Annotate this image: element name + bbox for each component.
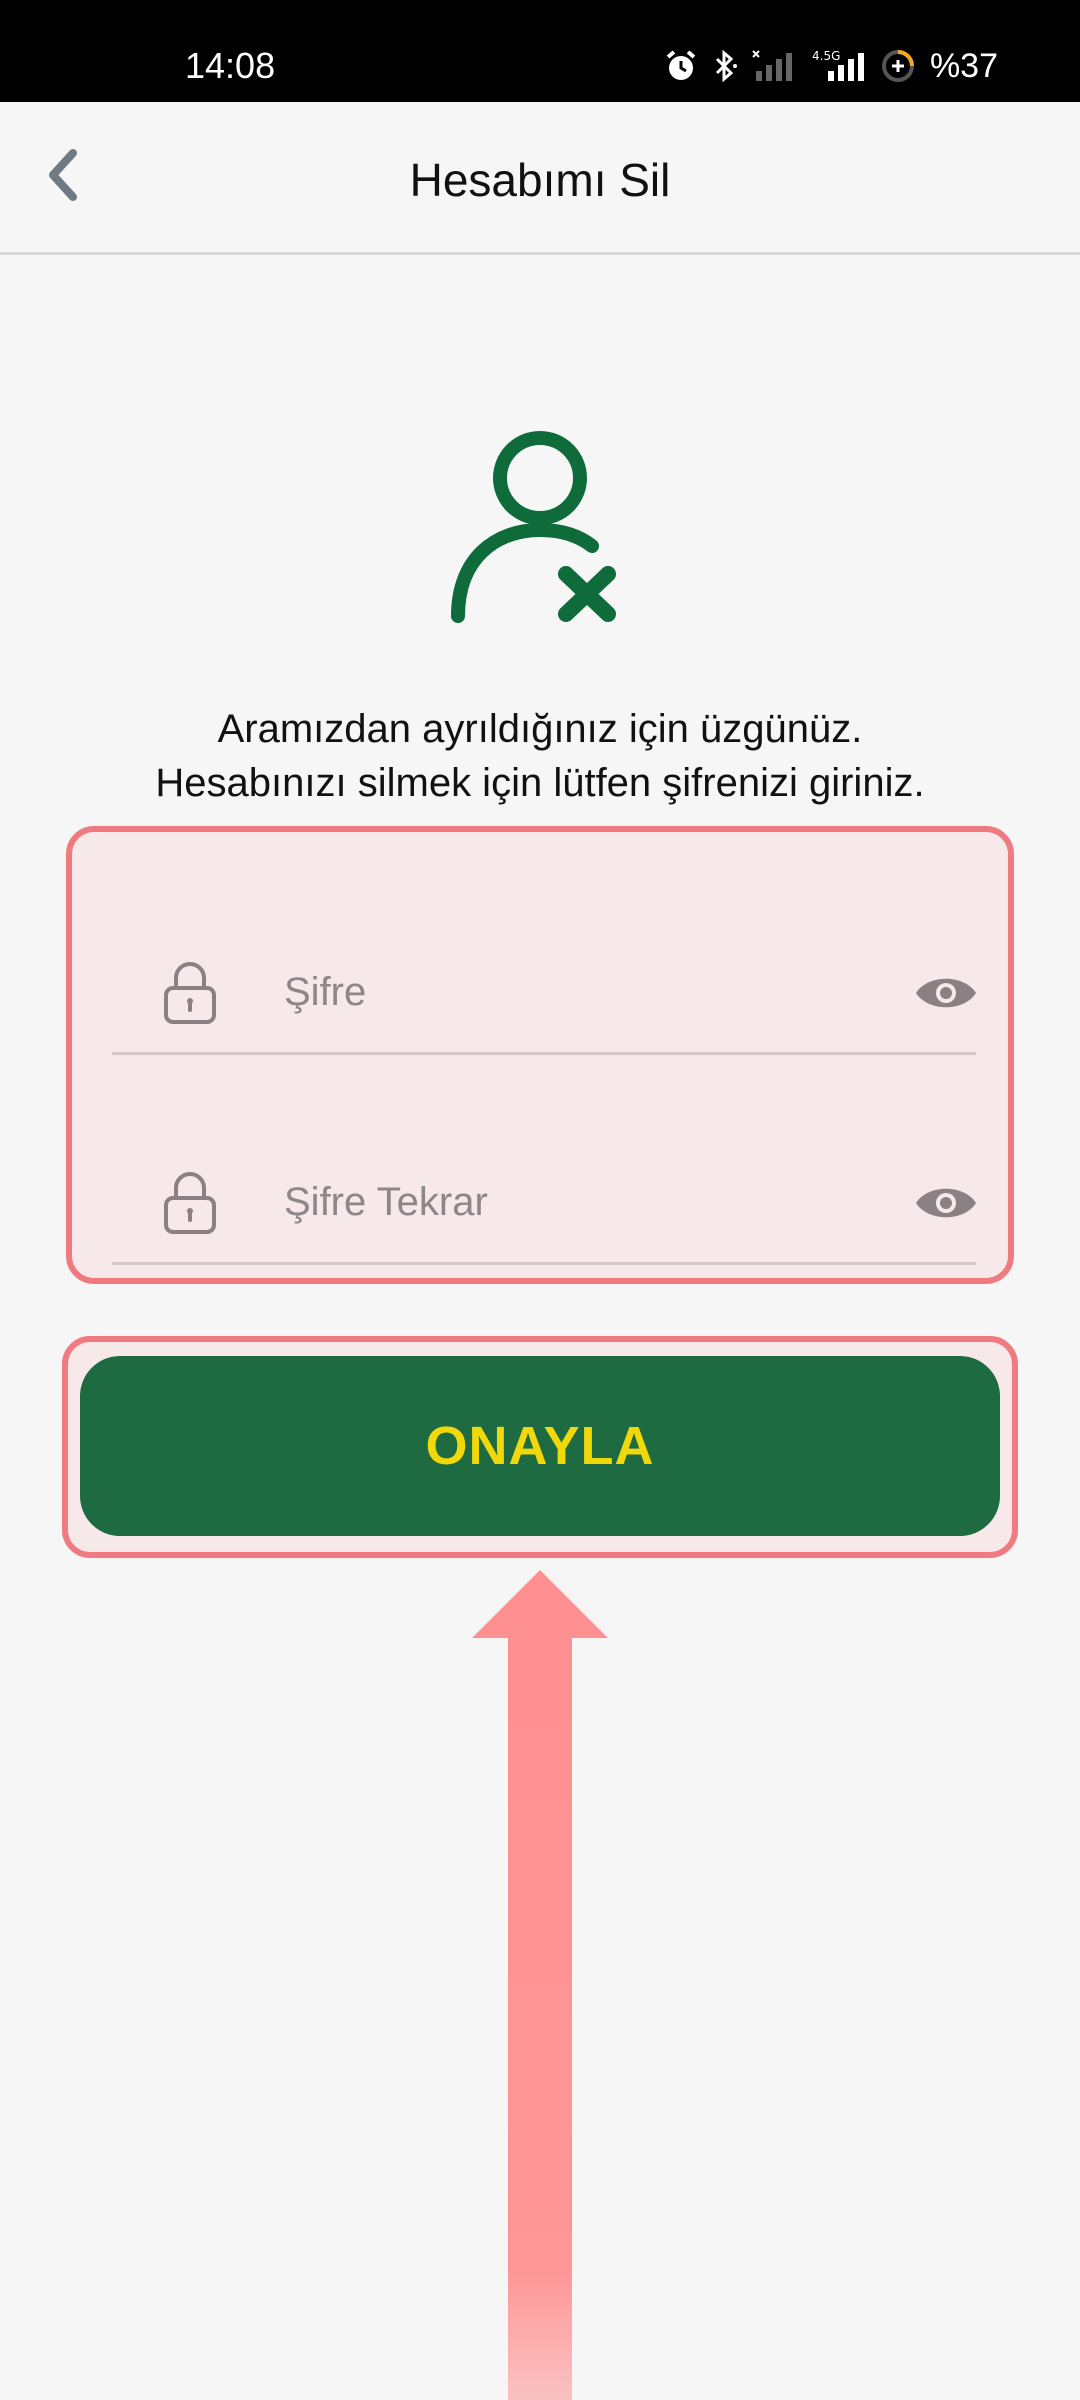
password-field xyxy=(112,872,976,1062)
password-fields-card xyxy=(66,826,1014,1284)
password-underline xyxy=(112,1052,976,1055)
svg-text:4.5G: 4.5G xyxy=(812,49,840,63)
status-time: 14:08 xyxy=(185,45,276,86)
info-message-line-1: Aramızdan ayrıldığınız için üzgünüz. xyxy=(217,707,863,751)
bluetooth-icon xyxy=(715,49,737,83)
status-icons: 4.5G %37 xyxy=(664,46,998,86)
eye-icon[interactable] xyxy=(914,1178,978,1228)
eye-icon[interactable] xyxy=(914,968,978,1018)
lock-icon xyxy=(164,962,216,1024)
info-message-line-2: Hesabınızı silmek için lütfen şifrenizi … xyxy=(155,761,925,805)
info-message: Aramızdan ayrıldığınız için üzgünüz. Hes… xyxy=(0,702,1080,810)
password-repeat-input[interactable] xyxy=(282,1166,846,1238)
password-input[interactable] xyxy=(282,956,846,1028)
4-5g-signal-icon: 4.5G xyxy=(812,49,864,81)
status-bar: 14:08 4.5G %37 xyxy=(0,0,1080,102)
battery-saver-icon xyxy=(881,50,914,82)
signal-icon xyxy=(752,50,792,81)
arrow-up-icon xyxy=(472,1570,608,2400)
lock-icon xyxy=(164,1172,216,1234)
password-repeat-underline xyxy=(112,1262,976,1265)
confirm-button[interactable]: ONAYLA xyxy=(80,1356,1000,1536)
delete-user-icon xyxy=(451,431,616,623)
battery-percentage: %37 xyxy=(929,47,998,85)
password-repeat-field xyxy=(112,1082,976,1272)
app-bar: Hesabımı Sil xyxy=(0,102,1080,255)
alarm-icon xyxy=(666,50,696,80)
page-title: Hesabımı Sil xyxy=(409,154,671,206)
